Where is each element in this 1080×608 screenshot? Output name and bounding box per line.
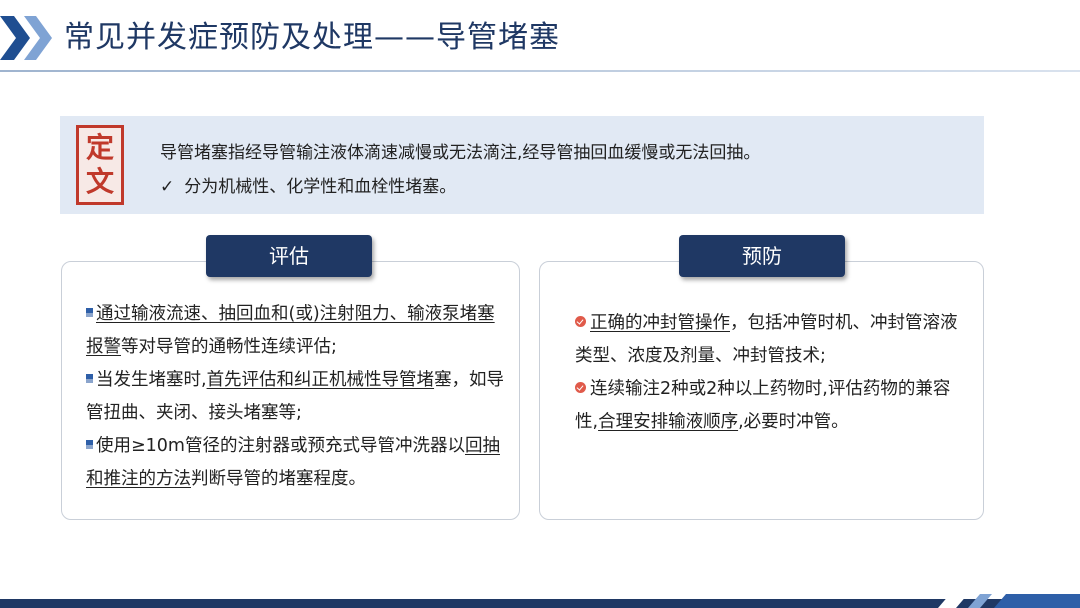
page-title: 常见并发症预防及处理——导管堵塞 bbox=[64, 20, 560, 55]
footer-stripes-decoration bbox=[938, 594, 1080, 608]
chevron-arrows-icon bbox=[0, 16, 52, 60]
definition-text: 导管堵塞指经导管输注液体滴速减慢或无法滴注,经导管抽回血缓慢或无法回抽。 bbox=[160, 143, 761, 163]
classification-text: 分为机械性、化学性和血栓性堵塞。 bbox=[184, 177, 457, 197]
flag-bullet-icon bbox=[86, 308, 93, 317]
assessment-item: 当发生堵塞时,首先评估和纠正机械性导管堵塞，如导管扭曲、夹闭、接头堵塞等; bbox=[86, 364, 506, 430]
check-circle-icon bbox=[575, 316, 586, 327]
assessment-tag: 评估 bbox=[206, 235, 372, 277]
prevention-item-2-underlined: 合理安排输液顺序 bbox=[598, 412, 739, 432]
assessment-item-3-rest: 判断导管的堵塞程度。 bbox=[191, 469, 366, 489]
definition-box: 定 文 导管堵塞指经导管输注液体滴速减慢或无法滴注,经导管抽回血缓慢或无法回抽。… bbox=[60, 116, 984, 214]
seal-char-2: 文 bbox=[85, 165, 114, 198]
slide-header: 常见并发症预防及处理——导管堵塞 bbox=[0, 0, 1080, 76]
assessment-item-2-start: 当发生堵塞时, bbox=[96, 370, 207, 390]
header-divider bbox=[0, 70, 1080, 72]
prevention-item: 连续输注2种或2种以上药物时,评估药物的兼容性,合理安排输液顺序,必要时冲管。 bbox=[575, 373, 965, 439]
definition-seal: 定 文 bbox=[76, 125, 124, 205]
prevention-list: 正确的冲封管操作，包括冲管时机、冲封管溶液类型、浓度及剂量、冲封管技术; 连续输… bbox=[575, 307, 965, 439]
seal-char-1: 定 bbox=[85, 131, 114, 164]
prevention-item: 正确的冲封管操作，包括冲管时机、冲封管溶液类型、浓度及剂量、冲封管技术; bbox=[575, 307, 965, 373]
definition-classification: ✓ 分为机械性、化学性和血栓性堵塞。 bbox=[160, 175, 456, 199]
assessment-item: 通过输液流速、抽回血和(或)注射阻力、输液泵堵塞报警等对导管的通畅性连续评估; bbox=[86, 298, 506, 364]
check-circle-icon bbox=[575, 382, 586, 393]
assessment-item: 使用≥10m管径的注射器或预充式导管冲洗器以回抽和推注的方法判断导管的堵塞程度。 bbox=[86, 430, 506, 496]
assessment-item-3-start: 使用≥10m管径的注射器或预充式导管冲洗器以 bbox=[96, 436, 465, 456]
prevention-item-2-rest: ,必要时冲管。 bbox=[738, 412, 849, 432]
check-icon: ✓ bbox=[160, 177, 175, 197]
footer-bar bbox=[0, 599, 1080, 608]
flag-bullet-icon bbox=[86, 374, 93, 383]
assessment-item-1-rest: 等对导管的通畅性连续评估; bbox=[121, 337, 337, 357]
assessment-item-2-underlined: 首先评估和纠正机械性导管堵 bbox=[206, 370, 435, 390]
assessment-list: 通过输液流速、抽回血和(或)注射阻力、输液泵堵塞报警等对导管的通畅性连续评估; … bbox=[86, 298, 506, 496]
flag-bullet-icon bbox=[86, 440, 93, 449]
prevention-item-1-underlined: 正确的冲封管操作 bbox=[590, 313, 730, 333]
prevention-tag: 预防 bbox=[679, 235, 845, 277]
